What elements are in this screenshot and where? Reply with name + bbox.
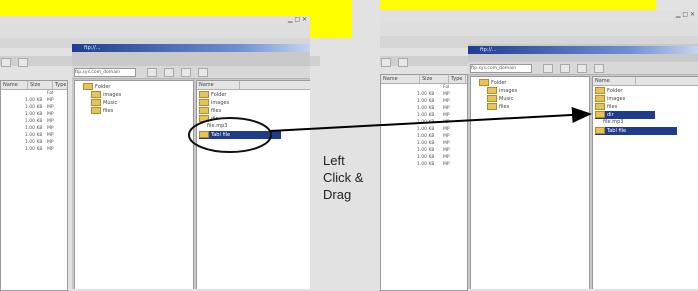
caption-line-1: Left — [323, 153, 345, 168]
drag-annotation — [188, 106, 592, 153]
highlight-ellipse — [188, 117, 272, 153]
caption-line-2: Click & — [323, 170, 364, 185]
annotation-caption: Left Click & Drag — [323, 152, 363, 203]
caption-line-3: Drag — [323, 187, 352, 202]
drag-arrow — [269, 106, 592, 132]
